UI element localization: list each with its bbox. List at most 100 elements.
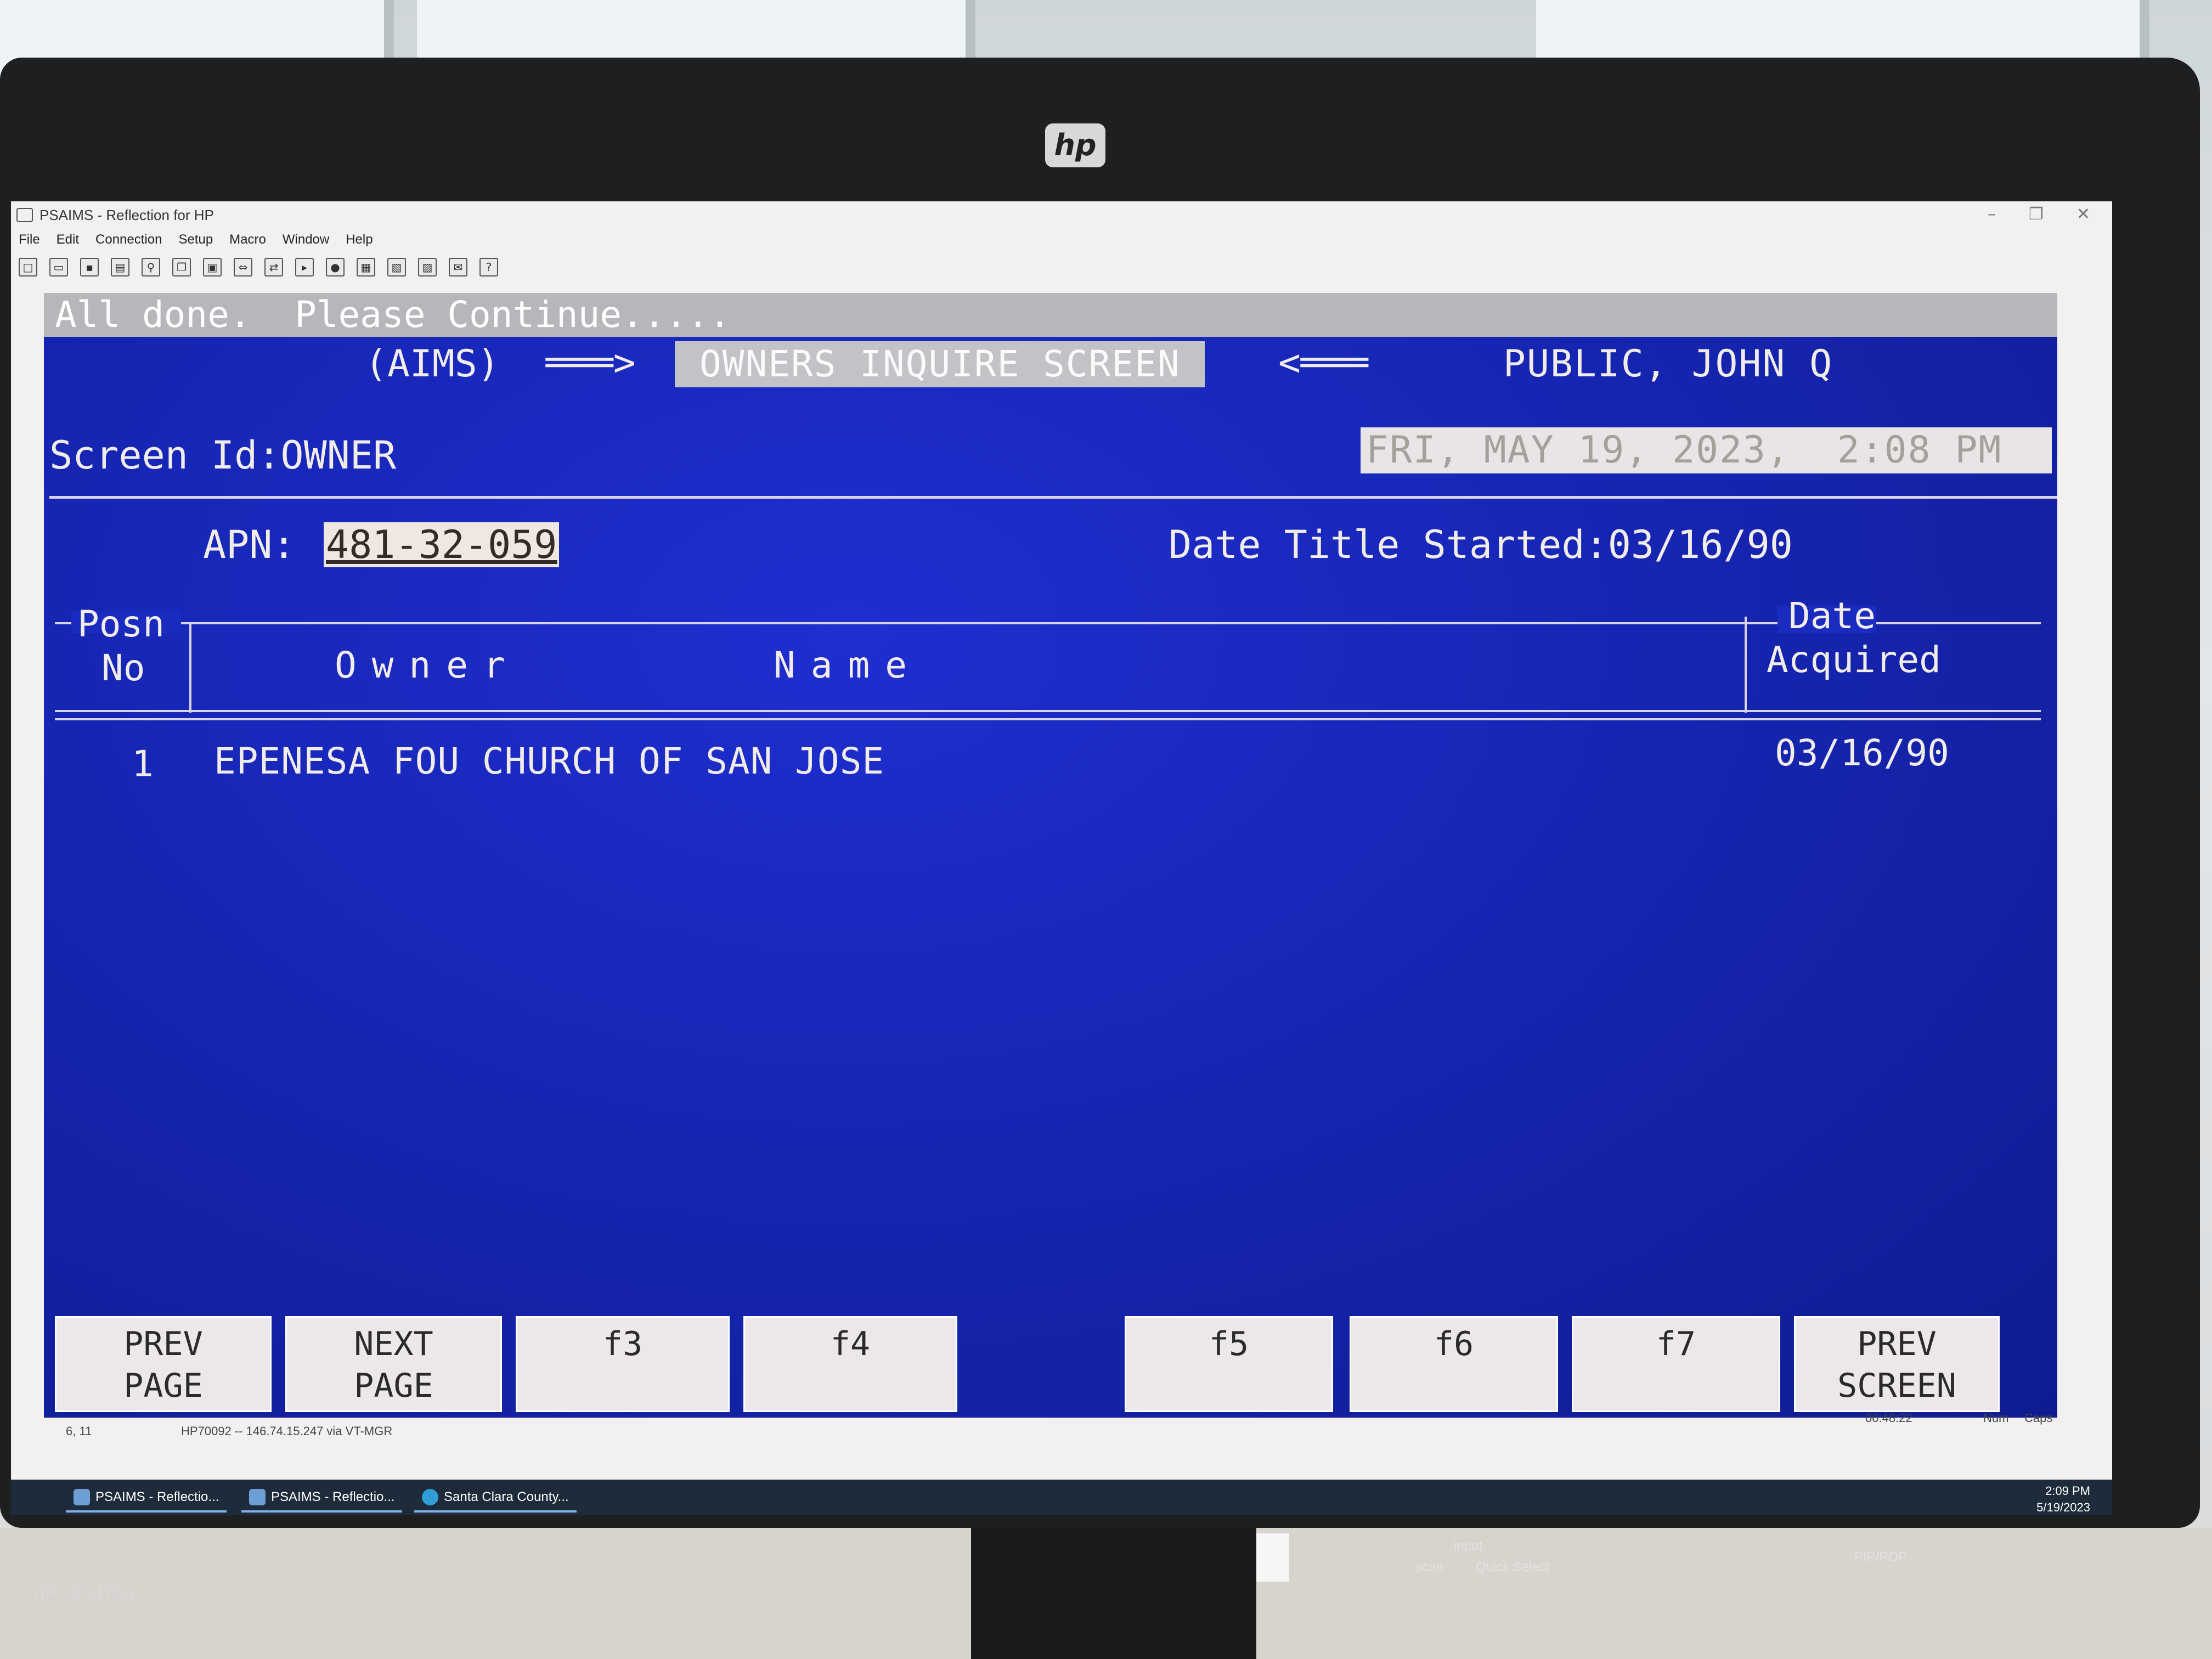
taskbar-item-psaims-1[interactable]: PSAIMS - Reflectio... bbox=[66, 1484, 227, 1513]
keyboard-setup-icon[interactable]: ▧ bbox=[387, 258, 406, 276]
menu-macro[interactable]: Macro bbox=[229, 232, 266, 247]
fkey-label: f7 bbox=[1656, 1325, 1696, 1363]
num-lock-indicator: Num bbox=[1983, 1411, 2009, 1425]
menu-setup[interactable]: Setup bbox=[178, 232, 213, 247]
column-header-owner: Owner bbox=[335, 644, 521, 686]
fkey-label: f3 bbox=[602, 1325, 643, 1363]
f4-button[interactable]: f4 bbox=[743, 1316, 957, 1412]
find-icon[interactable]: ⚲ bbox=[142, 258, 160, 276]
clock-date: 5/19/2023 bbox=[2036, 1500, 2090, 1514]
toolbar: □ ▭ ▪ ▤ ⚲ ❐ ▣ ⇔ ⇄ ▸ ● ▦ ▧ ▨ ✉ ? bbox=[19, 255, 498, 279]
taskbar-item-label: PSAIMS - Reflectio... bbox=[95, 1489, 219, 1504]
user-name: PUBLIC, JOHN Q bbox=[1503, 342, 1833, 386]
menu-connection[interactable]: Connection bbox=[95, 232, 162, 247]
context-help-icon[interactable]: ? bbox=[479, 258, 498, 276]
display-setup-icon[interactable]: ▦ bbox=[357, 258, 375, 276]
cursor-position: 6, 11 bbox=[66, 1424, 92, 1438]
transfer-icon[interactable]: ⇄ bbox=[264, 258, 283, 276]
fkey-label: PAGE bbox=[354, 1367, 433, 1405]
table-header-border bbox=[55, 622, 2041, 624]
menu-window[interactable]: Window bbox=[283, 232, 329, 247]
terminal-screen[interactable]: All done. Please Continue..... (AIMS) ══… bbox=[44, 293, 2057, 1418]
f5-button[interactable]: f5 bbox=[1125, 1316, 1333, 1412]
bezel-button-pip-pop[interactable]: PIP/POP bbox=[1854, 1550, 1907, 1565]
menu-bar: File Edit Connection Setup Macro Window … bbox=[19, 229, 373, 251]
connect-icon[interactable]: ⇔ bbox=[234, 258, 252, 276]
clock-time: 2:09 PM bbox=[2045, 1484, 2090, 1498]
apn-field[interactable]: 481-32-059 bbox=[324, 522, 560, 567]
monitor-stand bbox=[971, 1528, 1256, 1659]
next-page-button[interactable]: NEXT PAGE bbox=[285, 1316, 502, 1412]
table-header-border bbox=[55, 718, 2041, 720]
arrow-left-icon: <═══ bbox=[1278, 341, 1368, 385]
menu-help[interactable]: Help bbox=[346, 232, 373, 247]
f3-button[interactable]: f3 bbox=[516, 1316, 730, 1412]
hp-logo: hp bbox=[1045, 123, 1105, 167]
open-icon[interactable]: ▭ bbox=[49, 258, 68, 276]
column-header-name: Name bbox=[774, 644, 922, 686]
taskbar-item-label: Santa Clara County... bbox=[444, 1489, 569, 1504]
new-icon[interactable]: □ bbox=[19, 258, 37, 276]
column-divider bbox=[189, 622, 191, 713]
system-label: (AIMS) bbox=[365, 342, 500, 386]
function-key-bar: PREV PAGE NEXT PAGE f3 f4 f5 f6 f7 PREV … bbox=[44, 1316, 2057, 1418]
fkey-label: PREV bbox=[1857, 1325, 1937, 1363]
date-title-started: Date Title Started:03/16/90 bbox=[1169, 522, 1793, 567]
terminal-setup-icon[interactable]: ▨ bbox=[418, 258, 437, 276]
status-message: All done. Please Continue..... bbox=[44, 293, 2057, 337]
taskbar: PSAIMS - Reflectio... PSAIMS - Reflectio… bbox=[11, 1480, 2112, 1515]
row-owner-name: EPENESA FOU CHURCH OF SAN JOSE bbox=[214, 740, 885, 782]
window-titlebar: PSAIMS - Reflection for HP – ❐ ✕ bbox=[11, 201, 2112, 229]
close-icon[interactable]: ✕ bbox=[2076, 205, 2090, 224]
menu-edit[interactable]: Edit bbox=[57, 232, 79, 247]
emulator-status-bar: 6, 11 HP70092 -- 146.74.15.247 via VT-MG… bbox=[44, 1411, 2057, 1441]
fkey-label: PAGE bbox=[123, 1367, 203, 1405]
taskbar-item-psaims-2[interactable]: PSAIMS - Reflectio... bbox=[241, 1484, 403, 1513]
column-divider bbox=[1745, 617, 1747, 713]
record-macro-icon[interactable]: ● bbox=[326, 258, 345, 276]
fkey-label: f6 bbox=[1434, 1325, 1474, 1363]
row-posn-no: 1 bbox=[132, 743, 154, 785]
connection-info: HP70092 -- 146.74.15.247 via VT-MGR bbox=[181, 1424, 393, 1438]
fkey-label: f5 bbox=[1209, 1325, 1249, 1363]
save-icon[interactable]: ▪ bbox=[80, 258, 99, 276]
reflection-app-icon bbox=[16, 208, 33, 222]
restore-icon[interactable]: ❐ bbox=[2029, 205, 2044, 224]
edge-browser-icon bbox=[422, 1489, 438, 1505]
table-header-border bbox=[55, 710, 2041, 712]
current-datetime: FRI, MAY 19, 2023, 2:08 PM bbox=[1361, 427, 2052, 473]
fkey-label: PREV bbox=[123, 1325, 203, 1363]
column-header-posn: Posn bbox=[77, 603, 165, 645]
window-controls: – ❐ ✕ bbox=[1988, 205, 2090, 224]
reflection-app-icon bbox=[74, 1489, 90, 1505]
f6-button[interactable]: f6 bbox=[1350, 1316, 1558, 1412]
taskbar-item-label: PSAIMS - Reflectio... bbox=[271, 1489, 395, 1504]
fkey-label: SCREEN bbox=[1837, 1367, 1956, 1405]
bezel-button-scan[interactable]: scan bbox=[1415, 1560, 1443, 1575]
prev-page-button[interactable]: PREV PAGE bbox=[55, 1316, 272, 1412]
apn-label: APN: bbox=[203, 522, 296, 567]
bezel-button-quick-select[interactable]: Quick Select bbox=[1476, 1560, 1550, 1575]
window-title: PSAIMS - Reflection for HP bbox=[40, 206, 214, 223]
f7-button[interactable]: f7 bbox=[1572, 1316, 1780, 1412]
minimize-icon[interactable]: – bbox=[1988, 205, 1996, 224]
taskbar-item-edge[interactable]: Santa Clara County... bbox=[414, 1484, 577, 1513]
copy-icon[interactable]: ❐ bbox=[172, 258, 191, 276]
print-icon[interactable]: ▤ bbox=[111, 258, 129, 276]
session-timer: 00:48:22 bbox=[1865, 1411, 1912, 1425]
divider bbox=[49, 496, 2057, 499]
system-clock[interactable]: 2:09 PM 5/19/2023 bbox=[2036, 1483, 2090, 1515]
monitor-model: HP LP2475w bbox=[33, 1583, 136, 1602]
prev-screen-button[interactable]: PREV SCREEN bbox=[1794, 1316, 2000, 1412]
monitor: hp PSAIMS - Reflection for HP – ❐ ✕ File… bbox=[0, 58, 2200, 1602]
row-date-acquired: 03/16/90 bbox=[1775, 732, 1949, 774]
screen-id: Screen Id:OWNER bbox=[49, 433, 397, 478]
mail-icon[interactable]: ✉ bbox=[449, 258, 467, 276]
fkey-label: f4 bbox=[830, 1325, 871, 1363]
screen-title: OWNERS INQUIRE SCREEN bbox=[675, 341, 1205, 387]
paste-icon[interactable]: ▣ bbox=[203, 258, 222, 276]
menu-file[interactable]: File bbox=[19, 232, 40, 247]
bezel-label-input: input bbox=[1454, 1539, 1483, 1554]
column-header-acquired: Acquired bbox=[1767, 639, 1941, 681]
play-macro-icon[interactable]: ▸ bbox=[295, 258, 314, 276]
